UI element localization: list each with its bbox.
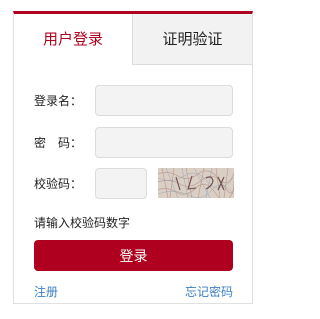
captcha-input[interactable] xyxy=(95,168,147,199)
password-label: 密 码： xyxy=(34,136,83,150)
username-input[interactable] xyxy=(95,85,233,116)
login-button[interactable]: 登录 xyxy=(34,240,233,271)
tab-user-login[interactable]: 用户登录 xyxy=(14,14,132,65)
login-tabs: 用户登录 证明验证 xyxy=(14,14,252,65)
forgot-password-link[interactable]: 忘记密码 xyxy=(185,283,233,300)
captcha-hint: 请输入校验码数字 xyxy=(34,216,131,230)
captcha-image[interactable] xyxy=(158,168,234,198)
register-link[interactable]: 注册 xyxy=(34,283,58,300)
captcha-label: 校验码： xyxy=(34,177,83,191)
login-panel: 用户登录 证明验证 登录名： 密 码： 校验码： 请输入校验码数字 登录 注册 … xyxy=(13,11,253,304)
password-input[interactable] xyxy=(95,127,233,158)
username-label: 登录名： xyxy=(34,94,83,108)
tab-certificate-verify[interactable]: 证明验证 xyxy=(132,14,252,65)
